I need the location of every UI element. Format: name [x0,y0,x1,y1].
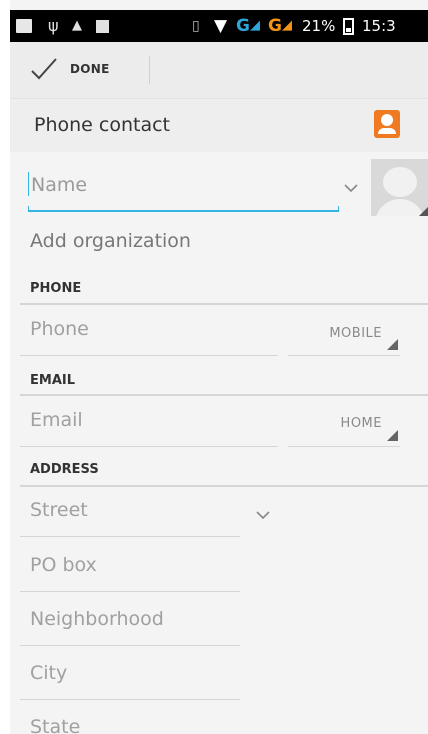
phone-type-label: MOBILE [329,326,382,341]
po-box-input[interactable]: PO box [20,554,240,592]
phone-section-header: PHONE [30,281,82,296]
name-underline [28,206,339,212]
wifi-icon: ▼ [214,16,228,36]
name-input[interactable]: Name [20,162,339,212]
battery-icon [343,18,354,35]
avatar-placeholder-icon [383,167,417,197]
account-icon [374,110,400,138]
network-type-sim1: G [236,16,250,36]
screen: ψ ▲ ▯ ▼ G ◢ G ◢ 21% 15:3 DONE Phone cont… [10,0,428,734]
text-cursor [28,172,29,196]
street-input[interactable]: Street [20,499,240,537]
phone-placeholder: Phone [30,318,89,340]
contact-photo-button[interactable] [371,159,428,216]
phone-input[interactable]: Phone [20,318,278,356]
phone-type-spinner[interactable]: MOBILE [288,326,400,356]
address-expand-chevron-icon[interactable] [256,510,270,520]
name-expand-chevron-icon[interactable] [344,183,358,193]
email-section-header: EMAIL [30,373,75,388]
email-placeholder: Email [30,409,83,431]
address-section-divider [20,485,428,487]
status-bar: ψ ▲ ▯ ▼ G ◢ G ◢ 21% 15:3 [10,10,428,42]
battery-percent: 21% [302,17,336,35]
done-button[interactable]: DONE [10,42,150,98]
neighborhood-input[interactable]: Neighborhood [20,608,240,646]
dropdown-arrow-icon [387,430,398,441]
state-input[interactable]: State [20,716,240,734]
email-type-spinner[interactable]: HOME [288,416,400,447]
state-placeholder: State [30,716,81,734]
neighborhood-placeholder: Neighborhood [30,608,164,630]
po-box-placeholder: PO box [30,554,97,576]
action-bar: DONE [10,42,428,99]
city-placeholder: City [30,662,68,684]
email-type-label: HOME [340,416,382,431]
account-header: Phone contact [10,99,428,152]
checkmark-icon [31,58,57,80]
email-section-divider [20,394,428,396]
account-type-label: Phone contact [34,114,170,136]
street-placeholder: Street [30,499,88,521]
clock: 15:3 [362,17,396,35]
email-input[interactable]: Email [20,409,278,447]
lock-icon: ▲ [72,18,82,33]
add-organization-button[interactable]: Add organization [30,230,191,252]
signal-icon: ◢ [250,18,260,33]
network-type-sim2: G [268,16,282,36]
screenshot-icon [96,20,109,33]
vibrate-icon: ▯ [192,18,200,34]
address-section-header: ADDRESS [30,462,99,477]
phone-section-divider [20,303,428,305]
signal-icon: ◢ [282,18,292,33]
action-bar-divider [149,56,150,84]
usb-icon: ψ [48,16,59,35]
done-label: DONE [70,62,110,76]
city-input[interactable]: City [20,662,240,700]
dropdown-arrow-icon [387,339,398,350]
name-placeholder: Name [31,174,88,196]
notification-icon [16,19,32,33]
